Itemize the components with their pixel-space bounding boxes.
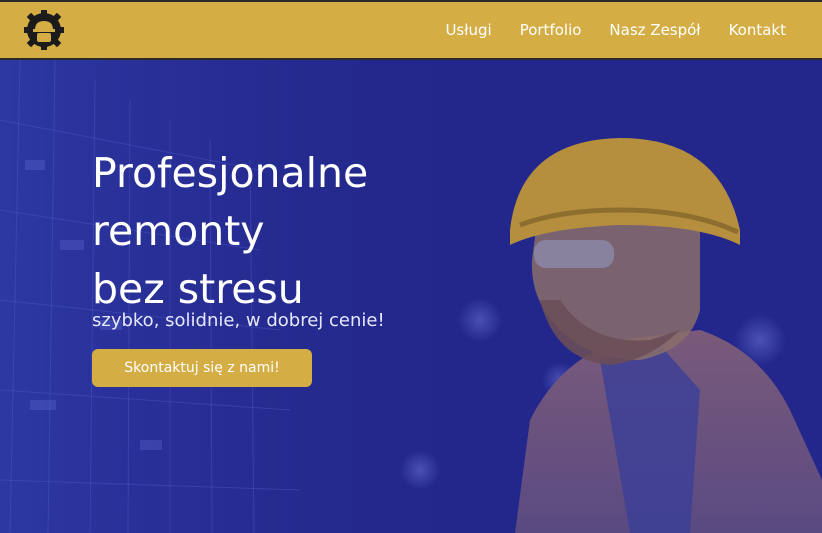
nav-link-uslugi[interactable]: Usługi [445,21,491,39]
helmet-gear-icon[interactable] [24,10,64,50]
hero-subtitle: szybko, solidnie, w dobrej cenie! [92,310,385,331]
nav-link-portfolio[interactable]: Portfolio [520,21,582,39]
hero-title: Profesjonalne remonty bez stresu [92,144,452,318]
nav-link-nasz-zespol[interactable]: Nasz Zespół [609,21,700,39]
navbar: Usługi Portfolio Nasz Zespół Kontakt [0,0,822,60]
hero-section: Profesjonalne remonty bez stresu szybko,… [0,60,822,533]
hero-title-line-1: Profesjonalne [92,149,369,197]
hero-title-line-2: remonty [92,207,265,255]
contact-button[interactable]: Skontaktuj się z nami! [92,349,312,387]
main-nav: Usługi Portfolio Nasz Zespół Kontakt [445,2,786,58]
nav-link-kontakt[interactable]: Kontakt [729,21,786,39]
